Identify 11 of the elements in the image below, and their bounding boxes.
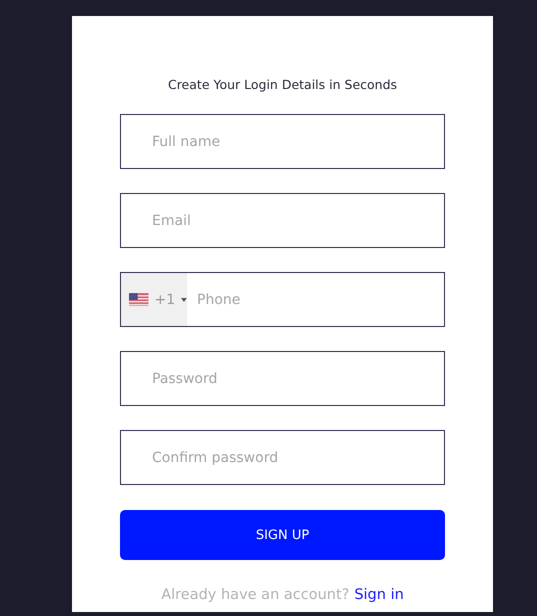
dial-code: +1 (154, 292, 176, 308)
input-field[interactable]: Confirm password (120, 430, 445, 485)
sign-in-link[interactable]: Sign in (354, 587, 404, 603)
account-prompt: Already have an account? (161, 587, 350, 603)
input-field[interactable]: Email (120, 193, 445, 248)
input-field[interactable]: Password (120, 351, 445, 406)
input-field[interactable]: Full name (120, 114, 445, 169)
sign-up-button[interactable]: SIGN UP (120, 510, 445, 560)
flag-icon (129, 293, 148, 306)
caret-icon (181, 298, 187, 302)
form-title: Create Your Login Details in Seconds (168, 77, 398, 92)
